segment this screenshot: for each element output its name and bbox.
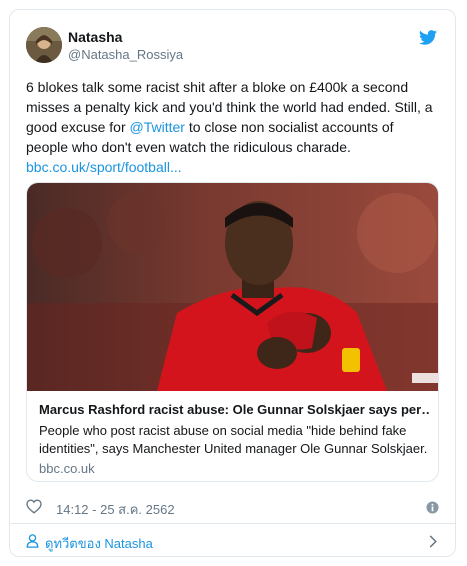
mention-link[interactable]: @Twitter [130, 119, 185, 135]
tweet-url-link[interactable]: bbc.co.uk/sport/football... [26, 159, 182, 175]
tweet-timestamp[interactable]: 14:12 - 25 ส.ค. 2562 [56, 499, 175, 520]
article-photo [27, 183, 438, 391]
link-card-description: People who post racist abuse on social m… [39, 423, 428, 456]
see-more-footer[interactable]: ดูทวีตของ Natasha [10, 524, 455, 558]
tweet-text: 6 blokes talk some racist shit after a b… [26, 77, 438, 177]
author-handle[interactable]: @Natasha_Rossiya [68, 47, 183, 62]
link-card-title[interactable]: Marcus Rashford racist abuse: Ole Gunnar… [39, 402, 429, 417]
chevron-right-icon [429, 535, 437, 548]
tweet-meta: 14:12 - 25 ส.ค. 2562 [26, 498, 439, 518]
like-heart-icon[interactable] [26, 499, 42, 514]
avatar[interactable] [26, 27, 62, 63]
see-more-tweets-link[interactable]: ดูทวีตของ Natasha [45, 533, 153, 554]
author-name[interactable]: Natasha [68, 29, 122, 45]
link-card-domain: bbc.co.uk [39, 461, 95, 476]
link-preview-card[interactable]: Marcus Rashford racist abuse: Ole Gunnar… [26, 182, 439, 482]
info-icon[interactable] [426, 501, 439, 514]
twitter-bird-icon[interactable] [419, 30, 437, 45]
person-icon [26, 534, 39, 548]
embedded-tweet-card: Natasha @Natasha_Rossiya 6 blokes talk s… [9, 9, 456, 557]
